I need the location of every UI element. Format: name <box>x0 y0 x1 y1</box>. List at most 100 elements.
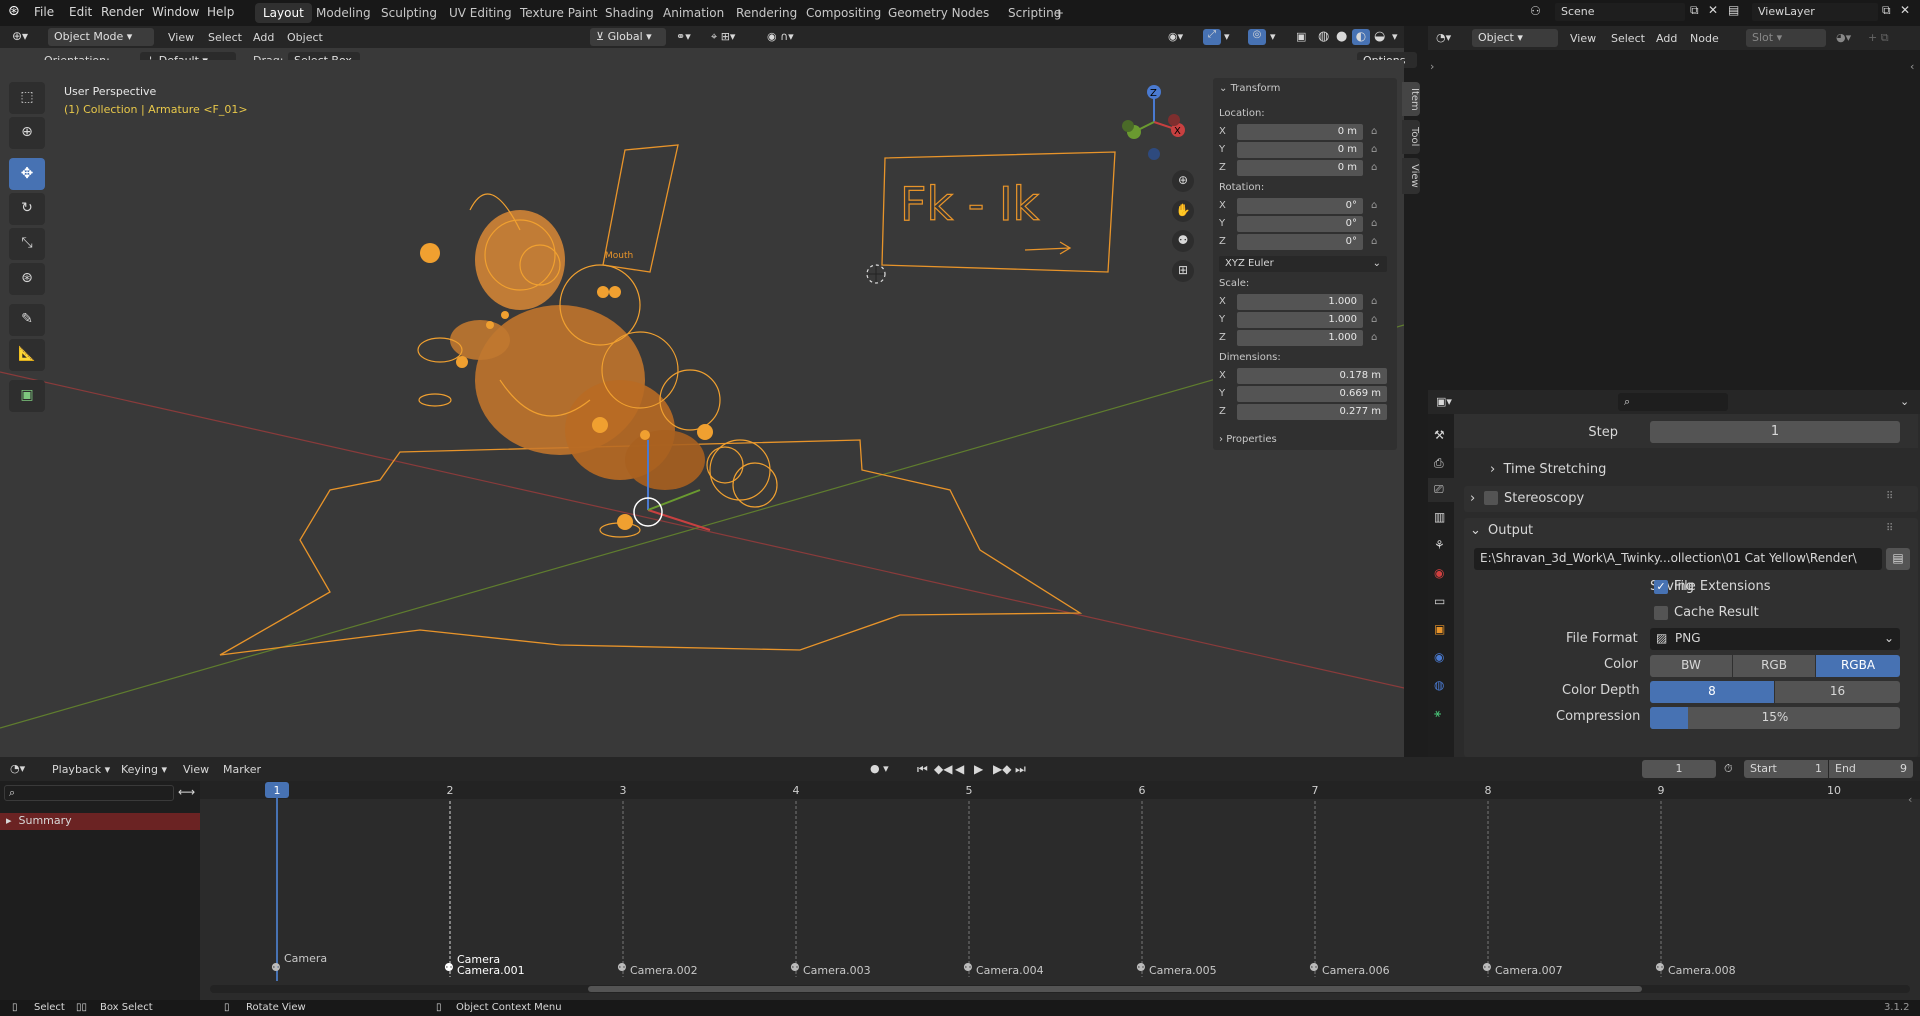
tab-sculpting[interactable]: Sculpting <box>373 3 445 23</box>
marker-label[interactable]: Camera <box>284 952 327 965</box>
output-tab-icon[interactable]: ⎚ <box>1428 478 1454 502</box>
camera-view-icon[interactable]: ⚉ <box>1172 230 1194 252</box>
transform-panel-header[interactable]: ⌄ Transform <box>1219 83 1280 94</box>
scale-z-field[interactable]: 1.000 <box>1237 330 1363 346</box>
lock-icon[interactable]: ⌂ <box>1371 332 1377 343</box>
proportional-edit-icon[interactable]: ◉ ∩▾ <box>767 30 794 43</box>
compression-slider[interactable]: 15% <box>1650 707 1900 729</box>
new-view-layer-icon[interactable]: ⧉ <box>1882 3 1891 18</box>
marker-label[interactable]: Camera.008 <box>1668 964 1736 977</box>
keying-menu[interactable]: Keying ▾ <box>121 763 167 776</box>
timeline-scrollbar-track[interactable] <box>210 985 1910 993</box>
timeline-editor-type-icon[interactable]: ◔▾ <box>10 762 25 775</box>
start-frame-field[interactable]: Start 1 <box>1744 760 1828 778</box>
lock-icon[interactable]: ⌂ <box>1371 296 1377 307</box>
lock-icon[interactable]: ⌂ <box>1371 236 1377 247</box>
blender-logo-icon[interactable]: ⊛ <box>8 3 20 19</box>
expand-toolbar-icon[interactable]: › <box>1430 60 1434 73</box>
drag-handle-icon[interactable]: ⠿ <box>1886 523 1893 534</box>
transform-orientation[interactable]: ⊻ Global ▾ <box>590 28 666 46</box>
dimensions-z-field[interactable]: 0.277 m <box>1237 404 1387 420</box>
jump-start-icon[interactable]: ⏮ <box>917 762 928 777</box>
shading-dropdown-icon[interactable]: ▾ <box>1392 30 1398 43</box>
output-title[interactable]: Output <box>1488 523 1533 538</box>
menu-view[interactable]: View <box>168 31 194 44</box>
timeline-editor[interactable]: ◔▾ Playback ▾ Keying ▾ View Marker ● ▾ ⏮… <box>0 757 1920 1000</box>
marker-label[interactable]: Camera.004 <box>976 964 1044 977</box>
modifier-tab-icon[interactable]: ◉ <box>1434 650 1444 664</box>
move-tool[interactable]: ✥ <box>9 158 45 190</box>
folder-icon[interactable]: ▤ <box>1886 548 1910 570</box>
wireframe-shading-icon[interactable]: ◍ <box>1318 29 1329 44</box>
expand-sidebar-icon[interactable]: ‹ <box>1910 60 1914 73</box>
camera-marker-icon[interactable]: ⚉ <box>1309 961 1319 974</box>
3d-viewport[interactable]: Fk - Ik Mouth User Perspective (1) Colle… <box>0 60 1404 757</box>
ortho-grid-icon[interactable]: ⊞ <box>1172 260 1194 282</box>
tab-shading[interactable]: Shading <box>597 3 662 23</box>
cursor-tool[interactable]: ⊕ <box>9 117 45 149</box>
collapse-icon[interactable]: ⌄ <box>1470 523 1481 538</box>
timeline-view-menu[interactable]: View <box>183 763 209 776</box>
rotation-mode-dropdown[interactable]: XYZ Euler ⌄ <box>1219 256 1387 272</box>
sidebar-tab-tool[interactable]: Tool <box>1402 120 1420 154</box>
overlay-toggle-icon[interactable]: ◎ <box>1248 29 1266 45</box>
visibility-icon[interactable]: ◉▾ <box>1168 30 1183 43</box>
view-layer-selector[interactable]: ViewLayer <box>1752 3 1878 21</box>
location-y-row[interactable]: Y0 m ⌂ <box>1219 142 1391 158</box>
stereoscopy-checkbox[interactable] <box>1484 491 1498 505</box>
location-y-field[interactable]: 0 m <box>1237 142 1363 158</box>
camera-marker-icon[interactable]: ⚉ <box>1482 961 1492 974</box>
file-format-dropdown[interactable]: ▨ PNG ⌄ <box>1650 628 1900 650</box>
timeline-scrollbar-thumb[interactable] <box>588 986 1642 992</box>
properties-options-icon[interactable]: ⌄ <box>1900 395 1909 408</box>
preview-range-icon[interactable]: ⏱ <box>1724 762 1733 776</box>
annotate-tool[interactable]: ✎ <box>9 304 45 336</box>
menu-object[interactable]: Object <box>287 31 323 44</box>
solid-shading-icon[interactable]: ● <box>1336 29 1347 44</box>
camera-marker-icon[interactable]: ⚉ <box>790 961 800 974</box>
dimensions-x-row[interactable]: X 0.178 m <box>1219 368 1391 384</box>
prev-keyframe-icon[interactable]: ◆◀ <box>934 762 952 776</box>
marker-label[interactable]: Camera.007 <box>1495 964 1563 977</box>
play-icon[interactable]: ▶ <box>974 762 983 776</box>
zoom-icon[interactable]: ⊕ <box>1172 170 1194 192</box>
node-menu-node[interactable]: Node <box>1690 32 1719 45</box>
play-reverse-icon[interactable]: ◀ <box>955 762 964 776</box>
playback-menu[interactable]: Playback ▾ <box>52 763 110 776</box>
scene-tab-icon[interactable]: ⚘ <box>1434 538 1445 552</box>
rotation-x-field[interactable]: 0° <box>1237 198 1363 214</box>
location-x-field[interactable]: 0 m <box>1237 124 1363 140</box>
time-stretching-header[interactable]: › Time Stretching <box>1490 462 1606 477</box>
menu-edit[interactable]: Edit <box>69 5 92 19</box>
lock-icon[interactable]: ⌂ <box>1371 144 1377 155</box>
menu-add[interactable]: Add <box>253 31 274 44</box>
menu-window[interactable]: Window <box>152 5 199 19</box>
mode-selector[interactable]: Object Mode ▾ <box>48 28 154 46</box>
scene-selector[interactable]: Scene <box>1555 3 1685 21</box>
location-x-row[interactable]: X0 m ⌂ <box>1219 124 1391 140</box>
rotation-z-field[interactable]: 0° <box>1237 234 1363 250</box>
measure-tool[interactable]: 📐 <box>9 339 45 371</box>
dimensions-y-field[interactable]: 0.669 m <box>1237 386 1387 402</box>
lock-icon[interactable]: ⌂ <box>1371 200 1377 211</box>
scale-tool[interactable]: ⤡ <box>9 228 45 260</box>
camera-marker-icon[interactable]: ⚉ <box>617 961 627 974</box>
scale-x-field[interactable]: 1.000 <box>1237 294 1363 310</box>
camera-marker-icon[interactable]: ⚉ <box>1136 961 1146 974</box>
marker-label[interactable]: Camera.002 <box>630 964 698 977</box>
dimensions-z-row[interactable]: Z 0.277 m <box>1219 404 1391 420</box>
next-keyframe-icon[interactable]: ▶◆ <box>993 762 1011 776</box>
stereoscopy-panel[interactable]: › Stereoscopy ⠿ <box>1464 486 1918 512</box>
lock-icon[interactable]: ⌂ <box>1371 314 1377 325</box>
output-path-field[interactable]: E:\Shravan_3d_Work\A_Twinky...ollection\… <box>1474 548 1882 570</box>
editor-type-icon[interactable]: ⊕▾ <box>12 29 28 43</box>
tab-animation[interactable]: Animation <box>655 3 732 23</box>
scale-x-row[interactable]: X 1.000 ⌂ <box>1219 294 1391 310</box>
camera-marker-icon[interactable]: ⚉ <box>271 961 281 974</box>
snap-icon[interactable]: ⌖ ⊞▾ <box>711 30 735 44</box>
menu-file[interactable]: File <box>34 5 54 19</box>
scale-y-field[interactable]: 1.000 <box>1237 312 1363 328</box>
delete-scene-icon[interactable]: ✕ <box>1708 3 1718 17</box>
add-cube-tool[interactable]: ▣ <box>9 380 45 412</box>
dimensions-x-field[interactable]: 0.178 m <box>1237 368 1387 384</box>
